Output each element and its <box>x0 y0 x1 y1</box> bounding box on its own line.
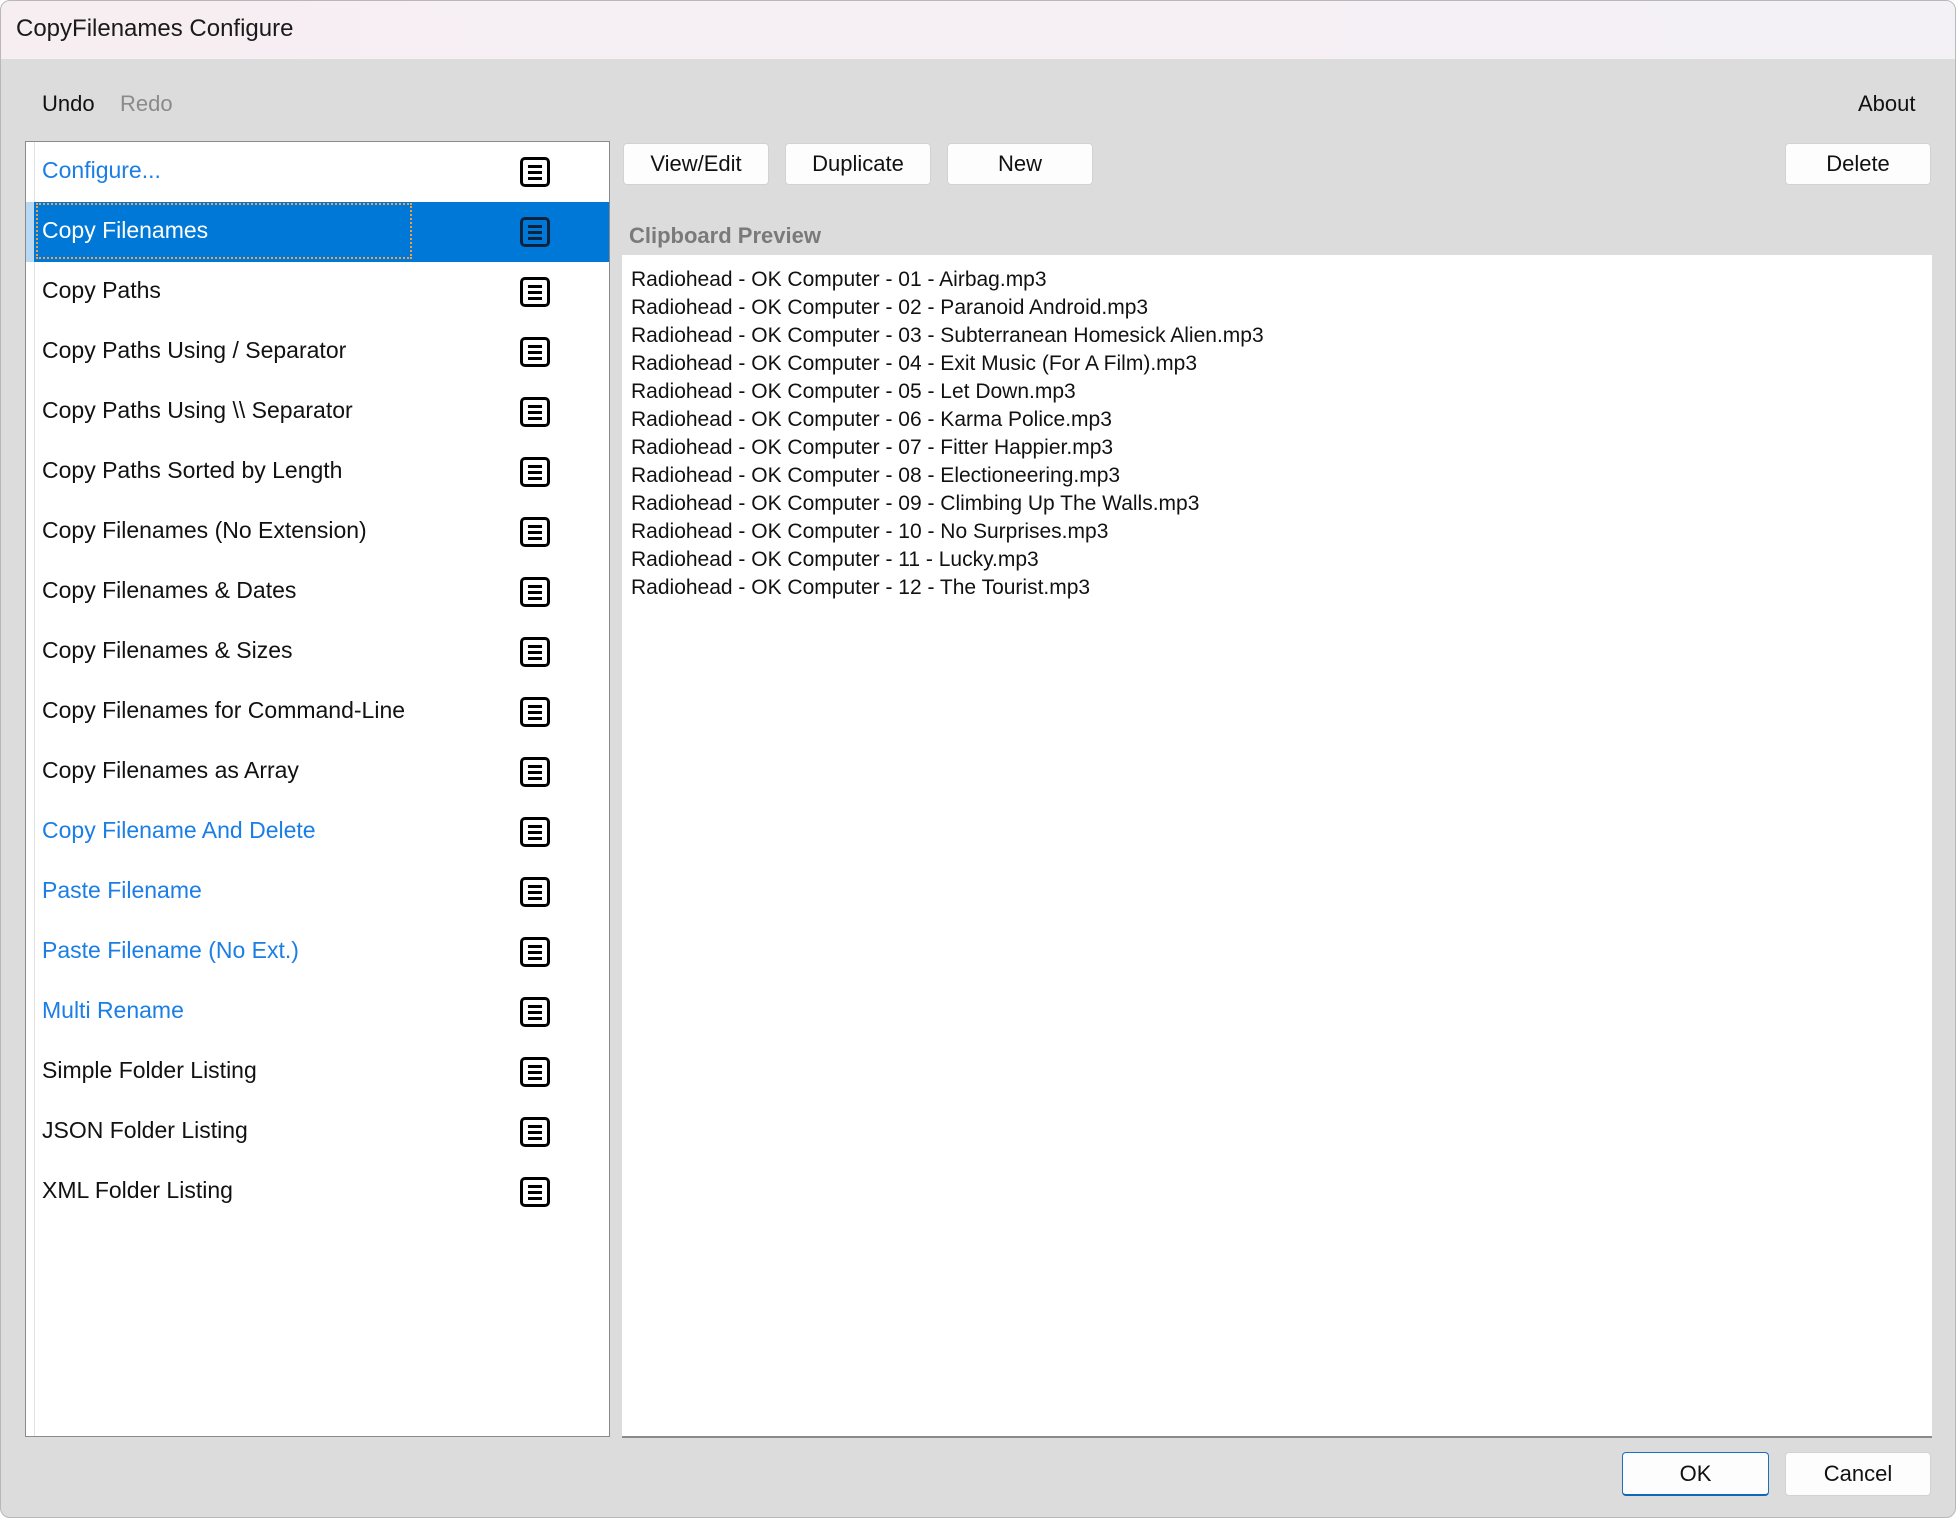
list-item-label: Copy Filenames (No Extension) <box>42 517 367 543</box>
list-item[interactable]: XML Folder Listing <box>26 1162 609 1222</box>
document-list-icon[interactable] <box>520 877 550 907</box>
clipboard-preview-label: Clipboard Preview <box>629 223 821 248</box>
list-item[interactable]: Copy Filename And Delete <box>26 802 609 862</box>
document-list-icon[interactable] <box>520 997 550 1027</box>
duplicate-button[interactable]: Duplicate <box>785 143 931 185</box>
ok-button[interactable]: OK <box>1622 1452 1769 1496</box>
preview-line: Radiohead - OK Computer - 11 - Lucky.mp3 <box>631 548 1039 571</box>
new-button[interactable]: New <box>947 143 1093 185</box>
list-item[interactable]: Multi Rename <box>26 982 609 1042</box>
document-list-icon[interactable] <box>520 577 550 607</box>
document-list-icon[interactable] <box>520 457 550 487</box>
document-list-icon[interactable] <box>520 637 550 667</box>
list-item[interactable]: Copy Paths Using / Separator <box>26 322 609 382</box>
configure-window: CopyFilenames Configure Undo Redo About … <box>0 0 1956 1518</box>
list-item-label: Copy Paths <box>42 277 161 303</box>
list-item[interactable]: Copy Filenames as Array <box>26 742 609 802</box>
preview-line: Radiohead - OK Computer - 01 - Airbag.mp… <box>631 268 1047 291</box>
document-list-icon[interactable] <box>520 1057 550 1087</box>
document-list-icon[interactable] <box>520 517 550 547</box>
list-item[interactable]: Copy Paths Using \\ Separator <box>26 382 609 442</box>
delete-button[interactable]: Delete <box>1785 143 1931 185</box>
document-list-icon[interactable] <box>520 937 550 967</box>
list-item-label: Copy Filenames for Command-Line <box>42 697 406 723</box>
list-item-label: Copy Paths Using / Separator <box>42 337 347 363</box>
about-menu-item[interactable]: About <box>1858 91 1916 117</box>
preview-line: Radiohead - OK Computer - 03 - Subterran… <box>631 324 1264 347</box>
preview-line: Radiohead - OK Computer - 06 - Karma Pol… <box>631 408 1112 431</box>
preview-line: Radiohead - OK Computer - 12 - The Touri… <box>631 576 1091 599</box>
list-item[interactable]: Copy Paths Sorted by Length <box>26 442 609 502</box>
document-list-icon[interactable] <box>520 397 550 427</box>
list-item-label: Simple Folder Listing <box>42 1057 257 1083</box>
document-list-icon[interactable] <box>520 217 550 247</box>
list-item[interactable]: Copy Filenames & Sizes <box>26 622 609 682</box>
list-item-label: Copy Filename And Delete <box>42 817 316 843</box>
preview-line: Radiohead - OK Computer - 08 - Electione… <box>631 464 1121 487</box>
clipboard-preview-box: Radiohead - OK Computer - 01 - Airbag.mp… <box>622 255 1932 1438</box>
command-list[interactable]: Configure... Copy Filenames Copy Paths Copy… <box>25 141 610 1437</box>
document-list-icon[interactable] <box>520 697 550 727</box>
view-edit-button[interactable]: View/Edit <box>623 143 769 185</box>
cancel-button[interactable]: Cancel <box>1785 1452 1931 1496</box>
title-bar: CopyFilenames Configure <box>1 1 1955 59</box>
list-item-label: Paste Filename <box>42 877 202 903</box>
list-item[interactable]: Configure... <box>26 142 609 202</box>
document-list-icon[interactable] <box>520 1117 550 1147</box>
undo-menu-item[interactable]: Undo <box>42 91 95 117</box>
list-item-label: Multi Rename <box>42 997 184 1023</box>
list-item[interactable]: Copy Filenames <box>26 202 609 262</box>
list-item[interactable]: Paste Filename (No Ext.) <box>26 922 609 982</box>
document-list-icon[interactable] <box>520 277 550 307</box>
preview-line: Radiohead - OK Computer - 10 - No Surpri… <box>631 520 1109 543</box>
list-item-label: Copy Filenames as Array <box>42 757 299 783</box>
preview-line: Radiohead - OK Computer - 07 - Fitter Ha… <box>631 436 1114 459</box>
list-item[interactable]: JSON Folder Listing <box>26 1102 609 1162</box>
list-item-label: Copy Paths Sorted by Length <box>42 457 343 483</box>
preview-line: Radiohead - OK Computer - 05 - Let Down.… <box>631 380 1076 403</box>
list-item-label: Copy Filenames & Sizes <box>42 637 293 663</box>
preview-line: Radiohead - OK Computer - 09 - Climbing … <box>631 492 1200 515</box>
list-item-label: Copy Filenames & Dates <box>42 577 297 603</box>
list-item[interactable]: Simple Folder Listing <box>26 1042 609 1102</box>
list-item-label: Paste Filename (No Ext.) <box>42 937 299 963</box>
document-list-icon[interactable] <box>520 337 550 367</box>
preview-line: Radiohead - OK Computer - 02 - Paranoid … <box>631 296 1149 319</box>
list-item[interactable]: Copy Filenames & Dates <box>26 562 609 622</box>
list-item-label: XML Folder Listing <box>42 1177 233 1203</box>
document-list-icon[interactable] <box>520 1177 550 1207</box>
list-item[interactable]: Paste Filename <box>26 862 609 922</box>
document-list-icon[interactable] <box>520 817 550 847</box>
list-item-label: Configure... <box>42 157 161 183</box>
document-list-icon[interactable] <box>520 157 550 187</box>
list-item-label: JSON Folder Listing <box>42 1117 248 1143</box>
redo-menu-item[interactable]: Redo <box>120 91 173 117</box>
list-item[interactable]: Copy Paths <box>26 262 609 322</box>
preview-line: Radiohead - OK Computer - 04 - Exit Musi… <box>631 352 1198 375</box>
document-list-icon[interactable] <box>520 757 550 787</box>
selection-gutter <box>26 202 34 262</box>
list-item[interactable]: Copy Filenames for Command-Line <box>26 682 609 742</box>
list-item[interactable]: Copy Filenames (No Extension) <box>26 502 609 562</box>
window-title: CopyFilenames Configure <box>16 15 294 42</box>
list-item-label: Copy Paths Using \\ Separator <box>42 397 353 423</box>
list-item-label: Copy Filenames <box>42 217 209 243</box>
